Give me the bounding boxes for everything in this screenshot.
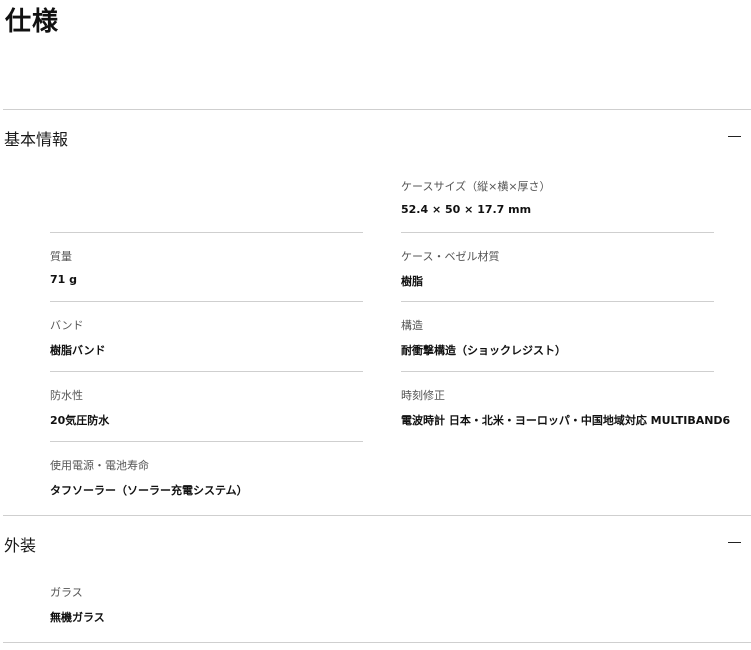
spec-label: 時刻修正	[401, 389, 445, 402]
spec-label: ガラス	[50, 586, 83, 599]
spec-value: タフソーラー（ソーラー充電システム）	[50, 484, 248, 497]
section-divider	[3, 642, 751, 643]
collapse-icon[interactable]	[728, 542, 741, 543]
spec-item-weight: 質量 71 g	[50, 232, 363, 286]
spec-item-power-source: 使用電源・電池寿命 タフソーラー（ソーラー充電システム）	[50, 441, 363, 497]
spec-item-structure: 構造 耐衝撃構造（ショックレジスト）	[401, 301, 714, 357]
spec-label: バンド	[50, 319, 84, 332]
spec-item-water-resistance: 防水性 20気圧防水	[50, 371, 363, 427]
section-title: 基本情報	[4, 130, 69, 149]
spec-value: 52.4 × 50 × 17.7 mm	[401, 203, 532, 216]
item-divider	[401, 301, 714, 302]
item-divider	[401, 232, 714, 233]
spec-item-case-material: ケース・ベゼル材質 樹脂	[401, 232, 714, 288]
spec-value: 樹脂	[401, 275, 423, 288]
collapse-icon[interactable]	[728, 136, 741, 137]
spec-value: 71 g	[50, 273, 78, 286]
page-title: 仕様	[5, 7, 60, 37]
spec-item-time-adjustment: 時刻修正 電波時計 日本・北米・ヨーロッパ・中国地域対応 MULTIBAND6	[401, 371, 730, 427]
section-exterior: 外装	[3, 515, 751, 568]
item-divider	[50, 371, 363, 372]
spec-value: 耐衝撃構造（ショックレジスト）	[401, 344, 566, 357]
spec-label: 質量	[50, 250, 72, 263]
item-divider	[50, 301, 363, 302]
spec-label: 防水性	[50, 389, 83, 402]
section-bottom-divider	[3, 642, 751, 643]
item-divider	[50, 232, 363, 233]
spec-value: 電波時計 日本・北米・ヨーロッパ・中国地域対応 MULTIBAND6	[401, 414, 731, 427]
item-divider	[401, 371, 714, 372]
spec-label: 使用電源・電池寿命	[50, 459, 149, 472]
spec-value: 無機ガラス	[50, 611, 105, 624]
spec-value: 20気圧防水	[50, 414, 110, 427]
spec-value: 樹脂バンド	[50, 344, 106, 357]
spec-item-band: バンド 樹脂バンド	[50, 301, 363, 357]
section-header-exterior[interactable]: 外装	[3, 516, 751, 568]
item-divider	[50, 441, 363, 442]
section-basic-info: 基本情報	[3, 109, 751, 162]
spec-label: ケース・ベゼル材質	[401, 250, 500, 263]
section-title: 外装	[4, 536, 37, 555]
spec-label: 構造	[401, 319, 423, 332]
spec-label: ケースサイズ（縦×横×厚さ）	[401, 180, 551, 193]
section-header-basic-info[interactable]: 基本情報	[3, 110, 751, 162]
